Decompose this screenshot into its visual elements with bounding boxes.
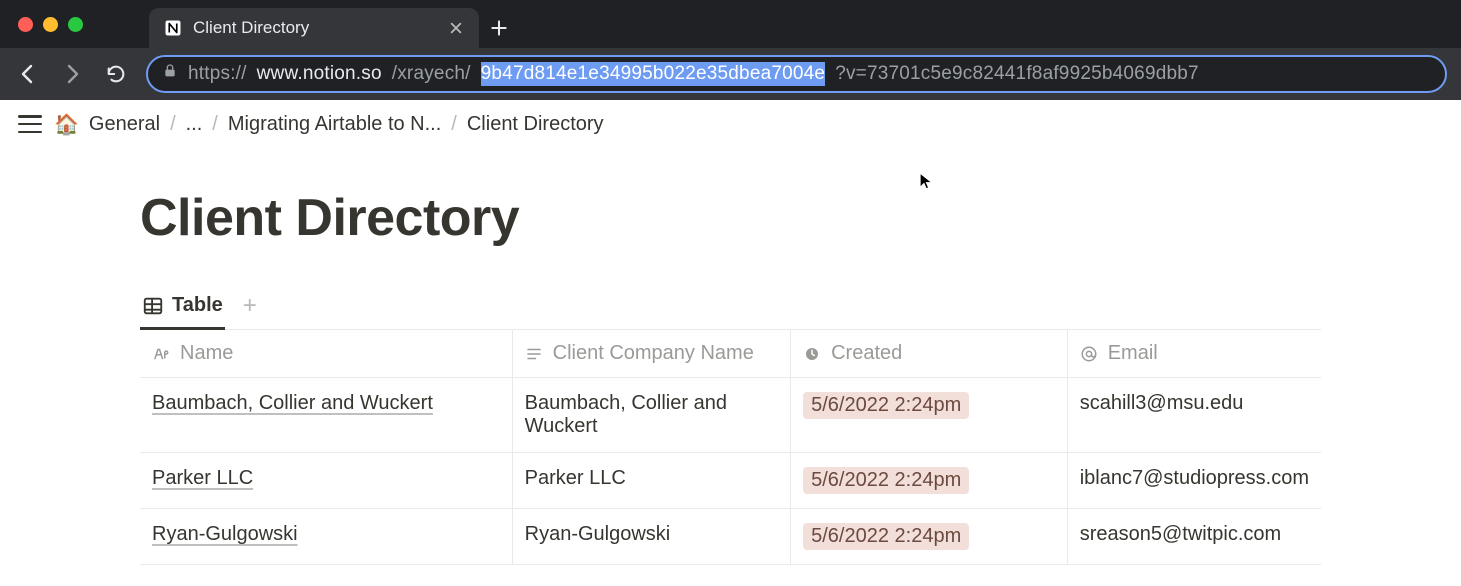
column-label: Created bbox=[831, 342, 902, 365]
reload-button[interactable] bbox=[102, 60, 130, 88]
cell-company[interactable]: Ryan-Gulgowski bbox=[525, 523, 671, 545]
tab-title: Client Directory bbox=[193, 18, 309, 38]
window-close-button[interactable] bbox=[18, 17, 33, 32]
email-property-icon bbox=[1080, 345, 1098, 363]
cell-name[interactable]: Parker LLC bbox=[152, 467, 253, 489]
browser-chrome: Client Directory https:// www.notion.so/x… bbox=[0, 0, 1461, 100]
breadcrumb-separator: / bbox=[212, 113, 218, 136]
notion-topbar: 🏠 General / ... / Migrating Airtable to … bbox=[0, 100, 1461, 148]
page-content: Client Directory Table + Name bbox=[0, 148, 1461, 565]
breadcrumb-ellipsis[interactable]: ... bbox=[186, 113, 203, 136]
column-header-email[interactable]: Email bbox=[1067, 330, 1321, 378]
database-table: Name Client Company Name Created bbox=[140, 330, 1321, 565]
cell-created: 5/6/2022 2:24pm bbox=[803, 467, 969, 494]
notion-page: 🏠 General / ... / Migrating Airtable to … bbox=[0, 100, 1461, 565]
tab-close-button[interactable] bbox=[447, 19, 465, 37]
cell-created: 5/6/2022 2:24pm bbox=[803, 392, 969, 419]
page-title[interactable]: Client Directory bbox=[140, 188, 1321, 248]
window-zoom-button[interactable] bbox=[68, 17, 83, 32]
url-host: www.notion.so bbox=[257, 63, 382, 85]
url-path-1: /xrayech/ bbox=[392, 63, 471, 85]
page-emoji-icon: 🏠 bbox=[54, 112, 79, 137]
lock-icon bbox=[162, 63, 178, 85]
sidebar-toggle-button[interactable] bbox=[18, 112, 42, 136]
column-header-company[interactable]: Client Company Name bbox=[512, 330, 790, 378]
url-selected-segment: 9b47d814e1e34995b022e35dbea7004e bbox=[481, 62, 826, 86]
breadcrumb-leaf[interactable]: Client Directory bbox=[467, 113, 604, 136]
cell-company[interactable]: Parker LLC bbox=[525, 467, 626, 489]
column-header-name[interactable]: Name bbox=[140, 330, 512, 378]
browser-tab-active[interactable]: Client Directory bbox=[149, 8, 479, 48]
window-controls bbox=[12, 0, 93, 48]
cell-company[interactable]: Baumbach, Collier and Wuckert bbox=[525, 392, 727, 437]
breadcrumb: 🏠 General / ... / Migrating Airtable to … bbox=[54, 112, 604, 137]
breadcrumb-separator: / bbox=[170, 113, 176, 136]
breadcrumb-mid[interactable]: Migrating Airtable to N... bbox=[228, 113, 441, 136]
title-property-icon bbox=[152, 345, 170, 363]
view-tab-table[interactable]: Table bbox=[140, 288, 225, 330]
table-row[interactable]: Parker LLC Parker LLC 5/6/2022 2:24pm ib… bbox=[140, 453, 1321, 509]
column-label: Name bbox=[180, 342, 233, 365]
new-tab-button[interactable] bbox=[479, 8, 519, 48]
cell-created: 5/6/2022 2:24pm bbox=[803, 523, 969, 550]
cell-name[interactable]: Baumbach, Collier and Wuckert bbox=[152, 392, 433, 414]
table-icon bbox=[142, 295, 164, 317]
back-button[interactable] bbox=[14, 60, 42, 88]
view-tabs: Table + bbox=[140, 288, 1321, 330]
add-view-button[interactable]: + bbox=[243, 292, 257, 326]
url-query: ?v=73701c5e9c82441f8af9925b4069dbb7 bbox=[835, 63, 1199, 85]
url-scheme: https:// bbox=[188, 63, 247, 85]
column-header-created[interactable]: Created bbox=[791, 330, 1068, 378]
created-time-property-icon bbox=[803, 345, 821, 363]
column-label: Client Company Name bbox=[553, 342, 754, 365]
breadcrumb-separator: / bbox=[451, 113, 457, 136]
address-bar[interactable]: https:// www.notion.so/xrayech/9b47d814e1… bbox=[146, 55, 1447, 93]
breadcrumb-root[interactable]: General bbox=[89, 113, 160, 136]
cell-email[interactable]: scahill3@msu.edu bbox=[1080, 392, 1244, 414]
window-minimize-button[interactable] bbox=[43, 17, 58, 32]
notion-favicon-icon bbox=[163, 18, 183, 38]
browser-toolbar: https:// www.notion.so/xrayech/9b47d814e1… bbox=[0, 48, 1461, 100]
tab-strip: Client Directory bbox=[0, 0, 1461, 48]
cell-email[interactable]: iblanc7@studiopress.com bbox=[1080, 467, 1309, 489]
view-tab-label: Table bbox=[172, 294, 223, 317]
forward-button[interactable] bbox=[58, 60, 86, 88]
text-property-icon bbox=[525, 345, 543, 363]
cell-name[interactable]: Ryan-Gulgowski bbox=[152, 523, 298, 545]
column-label: Email bbox=[1108, 342, 1158, 365]
cell-email[interactable]: sreason5@twitpic.com bbox=[1080, 523, 1281, 545]
table-row[interactable]: Baumbach, Collier and Wuckert Baumbach, … bbox=[140, 378, 1321, 453]
table-row[interactable]: Ryan-Gulgowski Ryan-Gulgowski 5/6/2022 2… bbox=[140, 509, 1321, 565]
